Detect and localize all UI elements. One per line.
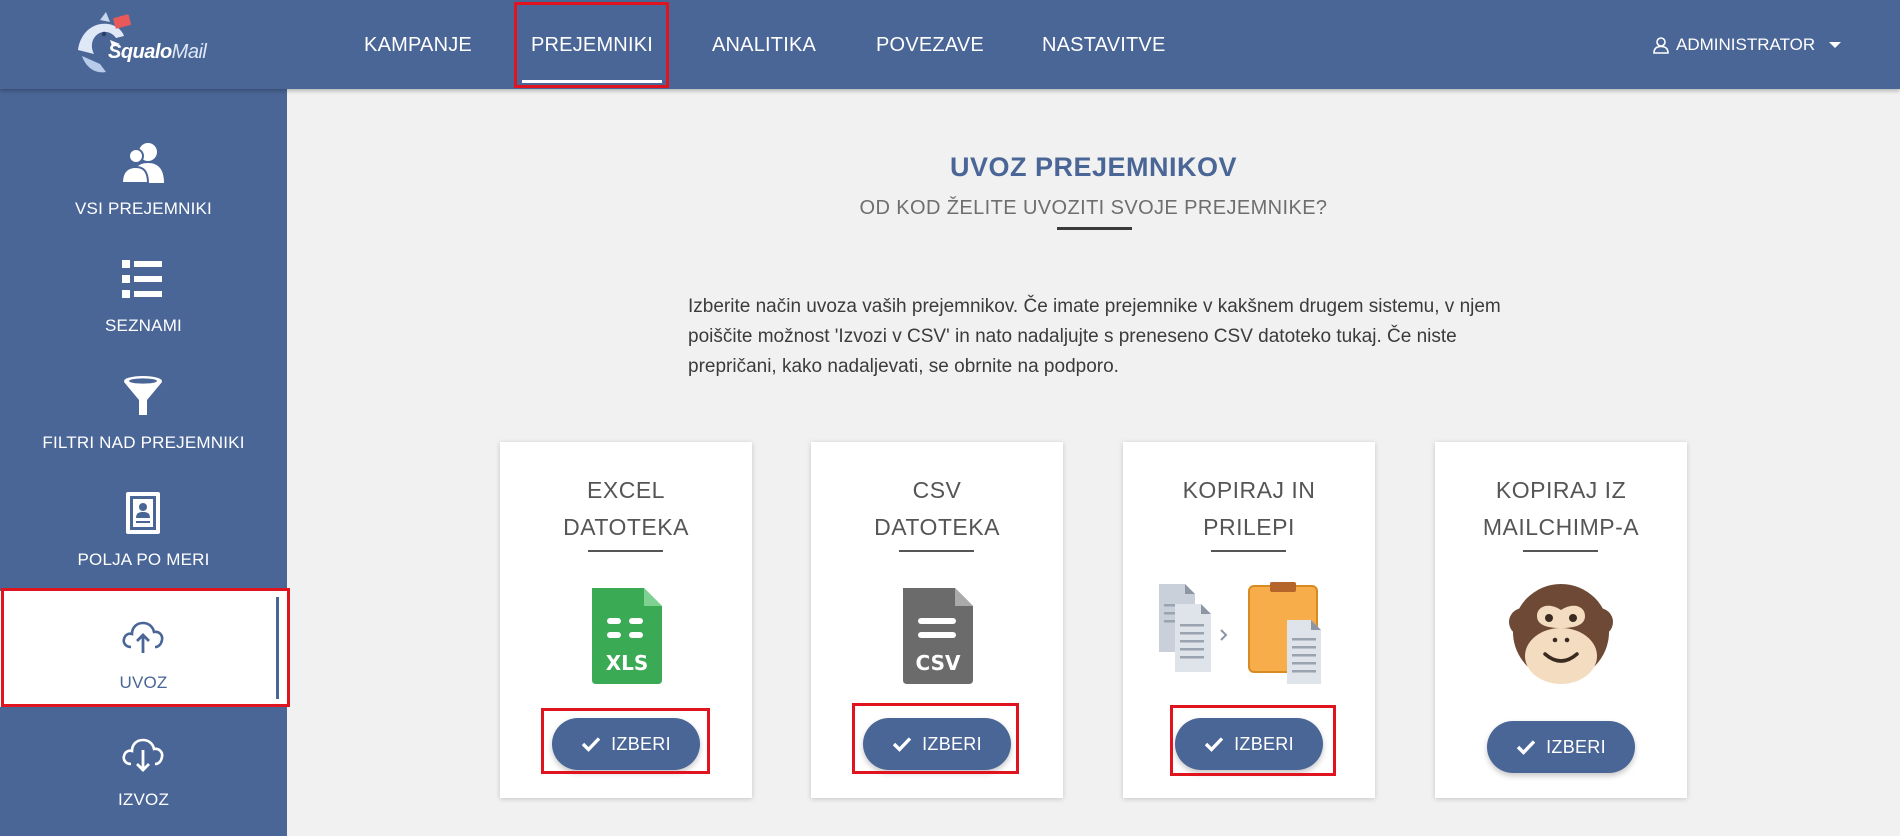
- nav-item-nastavitve[interactable]: NASTAVITVE: [1042, 0, 1165, 89]
- sidebar-item-polja-po-meri[interactable]: POLJA PO MERI: [0, 468, 287, 584]
- title-divider: [1057, 227, 1132, 230]
- card-title-line1: CSV: [912, 477, 962, 503]
- nav-item-analitika[interactable]: ANALITIKA: [712, 0, 816, 89]
- csv-file-label: CSV: [916, 651, 961, 675]
- user-menu[interactable]: ADMINISTRATOR: [1652, 30, 1842, 60]
- logo-brand-text: Squalo: [108, 41, 172, 63]
- chevron-down-icon: [1829, 42, 1842, 48]
- cloud-download-icon: [122, 738, 164, 772]
- highlight-box-copy-paste-button: [1170, 705, 1336, 776]
- highlight-box-nav-prejemniki: [514, 2, 669, 88]
- filter-icon: [124, 376, 162, 415]
- import-card-mailchimp: KOPIRAJ IZ MAILCHIMP-A IZBERI: [1435, 442, 1687, 798]
- card-divider: [1211, 550, 1286, 552]
- user-name: ADMINISTRATOR: [1676, 35, 1816, 54]
- card-title-line2: MAILCHIMP-A: [1482, 514, 1640, 540]
- sidebar: VSI PREJEMNIKI SEZNAMI FILTRI NAD PREJEM…: [0, 89, 287, 836]
- card-title-line2: DATOTEKA: [563, 514, 689, 540]
- sidebar-item-label: SEZNAMI: [105, 316, 182, 335]
- squalomail-logo[interactable]: SqualoMail: [70, 12, 220, 78]
- card-title-line1: KOPIRAJ IZ: [1495, 477, 1627, 503]
- button-label: IZBERI: [1546, 736, 1606, 757]
- card-title-line2: DATOTEKA: [874, 514, 1000, 540]
- sidebar-item-vsi-prejemniki[interactable]: VSI PREJEMNIKI: [0, 117, 287, 233]
- sidebar-item-label: IZVOZ: [117, 790, 170, 809]
- card-divider: [1523, 550, 1598, 552]
- check-icon: [1516, 740, 1536, 755]
- sidebar-item-label: VSI PREJEMNIKI: [75, 199, 212, 218]
- highlight-box-sidebar-uvoz: [1, 588, 290, 707]
- sidebar-item-izvoz[interactable]: IZVOZ: [0, 708, 287, 824]
- xls-file-label: XLS: [606, 651, 649, 675]
- list-icon: [122, 260, 162, 298]
- sidebar-item-filtri[interactable]: FILTRI NAD PREJEMNIKI: [0, 351, 287, 467]
- nav-item-kampanje[interactable]: KAMPANJE: [362, 0, 474, 89]
- card-title-line1: EXCEL: [587, 477, 665, 503]
- card-title-line1: KOPIRAJ IN: [1182, 477, 1316, 503]
- csv-file-icon: CSV: [903, 588, 973, 684]
- xls-file-icon: XLS: [592, 588, 662, 684]
- sidebar-item-label: FILTRI NAD PREJEMNIKI: [42, 433, 245, 452]
- mailchimp-monkey-icon: [1509, 584, 1613, 684]
- page-title: UVOZ PREJEMNIKOV: [949, 152, 1238, 182]
- select-mailchimp-button[interactable]: IZBERI: [1487, 721, 1635, 773]
- logo-suffix-text: Mail: [171, 41, 207, 63]
- users-icon: [120, 143, 164, 184]
- highlight-box-csv-button: [852, 703, 1019, 774]
- custom-fields-icon: [126, 492, 160, 534]
- user-icon: [1653, 37, 1669, 54]
- intro-text: Izberite način uvoza vaših prejemnikov. …: [688, 296, 1501, 377]
- highlight-box-excel-button: [541, 708, 710, 774]
- page-subtitle: OD KOD ŽELITE UVOZITI SVOJE PREJEMNIKE?: [859, 197, 1328, 219]
- top-navigation-bar: SqualoMail KAMPANJE PREJEMNIKI ANALITIKA…: [0, 0, 1900, 89]
- card-divider: [588, 550, 663, 552]
- nav-item-povezave[interactable]: POVEZAVE: [876, 0, 984, 89]
- sidebar-item-label: POLJA PO MERI: [77, 550, 210, 569]
- card-divider: [899, 550, 974, 552]
- copy-paste-icon: [1159, 582, 1321, 684]
- card-title-line2: PRILEPI: [1203, 514, 1295, 540]
- sidebar-item-seznami[interactable]: SEZNAMI: [0, 234, 287, 350]
